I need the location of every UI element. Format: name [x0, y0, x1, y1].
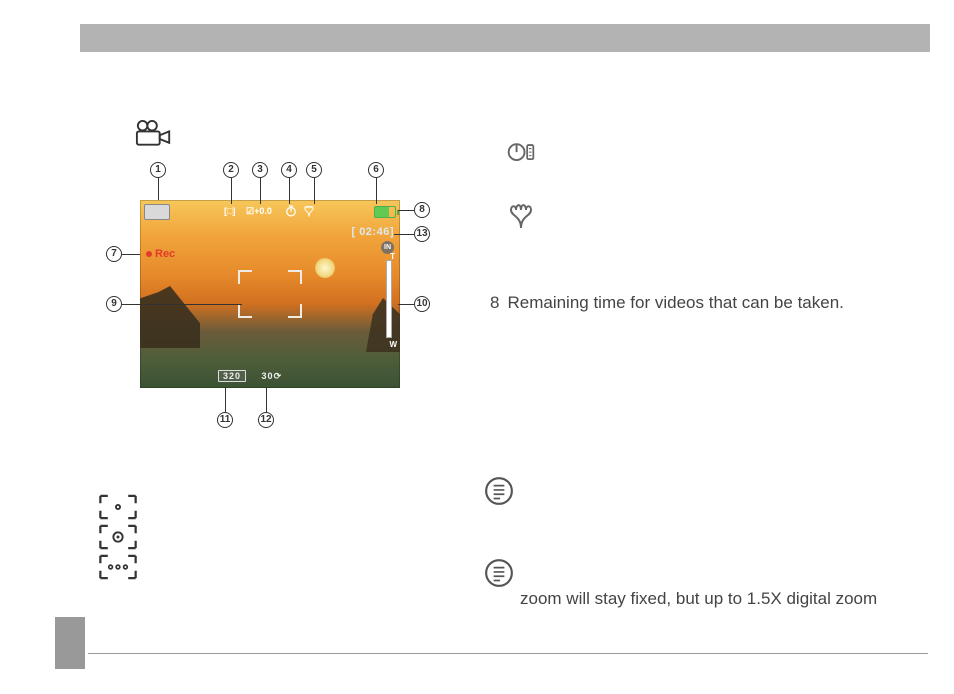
scene-sun	[315, 258, 335, 278]
metering-icon: [□]	[224, 206, 235, 216]
leader	[122, 304, 242, 305]
macro-small-icon	[302, 204, 316, 223]
exposure-value: ☑+0.0	[246, 206, 272, 217]
callout-11: 11	[217, 412, 233, 428]
callout-1: 1	[150, 162, 166, 178]
scene-rocks-left	[140, 286, 200, 348]
note-icon	[484, 476, 514, 502]
leader	[260, 178, 261, 204]
leader	[122, 254, 140, 255]
callout-5: 5	[306, 162, 322, 178]
macro-flower-icon	[506, 200, 536, 226]
time-remaining-value: [ 02:46]	[351, 226, 394, 238]
fps-value: 30⟳	[262, 371, 283, 382]
callout-13: 13	[414, 226, 430, 242]
af-spot-icon	[98, 494, 138, 520]
callout-4: 4	[281, 162, 297, 178]
leader	[376, 178, 377, 204]
note-zoom-text: zoom will stay fixed, but up to 1.5X dig…	[520, 588, 900, 611]
zoom-wide-label: W	[389, 340, 397, 349]
callout-3: 3	[252, 162, 268, 178]
bottom-settings: 320 30⟳	[218, 370, 282, 382]
focus-frame	[238, 270, 302, 318]
movie-camera-icon	[135, 120, 173, 148]
leader	[314, 178, 315, 204]
leader	[158, 178, 159, 200]
self-timer-icon	[506, 138, 536, 164]
callout-10: 10	[414, 296, 430, 312]
af-mode-icons	[98, 494, 138, 584]
legend-item-number: 8	[490, 293, 499, 312]
leader	[398, 304, 414, 305]
af-center-icon	[98, 524, 138, 550]
callout-2: 2	[223, 162, 239, 178]
battery-icon	[374, 206, 396, 218]
header-bar	[80, 24, 930, 52]
callout-7: 7	[106, 246, 122, 262]
leader	[266, 388, 267, 412]
page-corner-tab	[55, 617, 85, 669]
leader	[231, 178, 232, 204]
note-icon	[484, 558, 514, 584]
callout-9: 9	[106, 296, 122, 312]
selftimer-small-icon	[284, 204, 298, 223]
legend-item-8: 8 Remaining time for videos that can be t…	[490, 293, 844, 313]
leader	[289, 178, 290, 204]
leader	[398, 210, 414, 211]
leader	[394, 234, 414, 235]
rec-indicator: Rec	[146, 248, 175, 260]
video-size-value: 320	[218, 370, 246, 382]
mode-indicator-icon	[144, 204, 170, 220]
leader	[225, 388, 226, 412]
zoom-bar	[386, 260, 392, 338]
callout-8: 8	[414, 202, 430, 218]
camera-lcd-preview: [□] ☑+0.0 [ 02:46] IN Rec T W 320 30⟳	[140, 200, 400, 388]
footer-rule	[88, 653, 928, 654]
af-multi-icon	[98, 554, 138, 580]
callout-6: 6	[368, 162, 384, 178]
legend-item-text: Remaining time for videos that can be ta…	[507, 293, 843, 312]
callout-12: 12	[258, 412, 274, 428]
